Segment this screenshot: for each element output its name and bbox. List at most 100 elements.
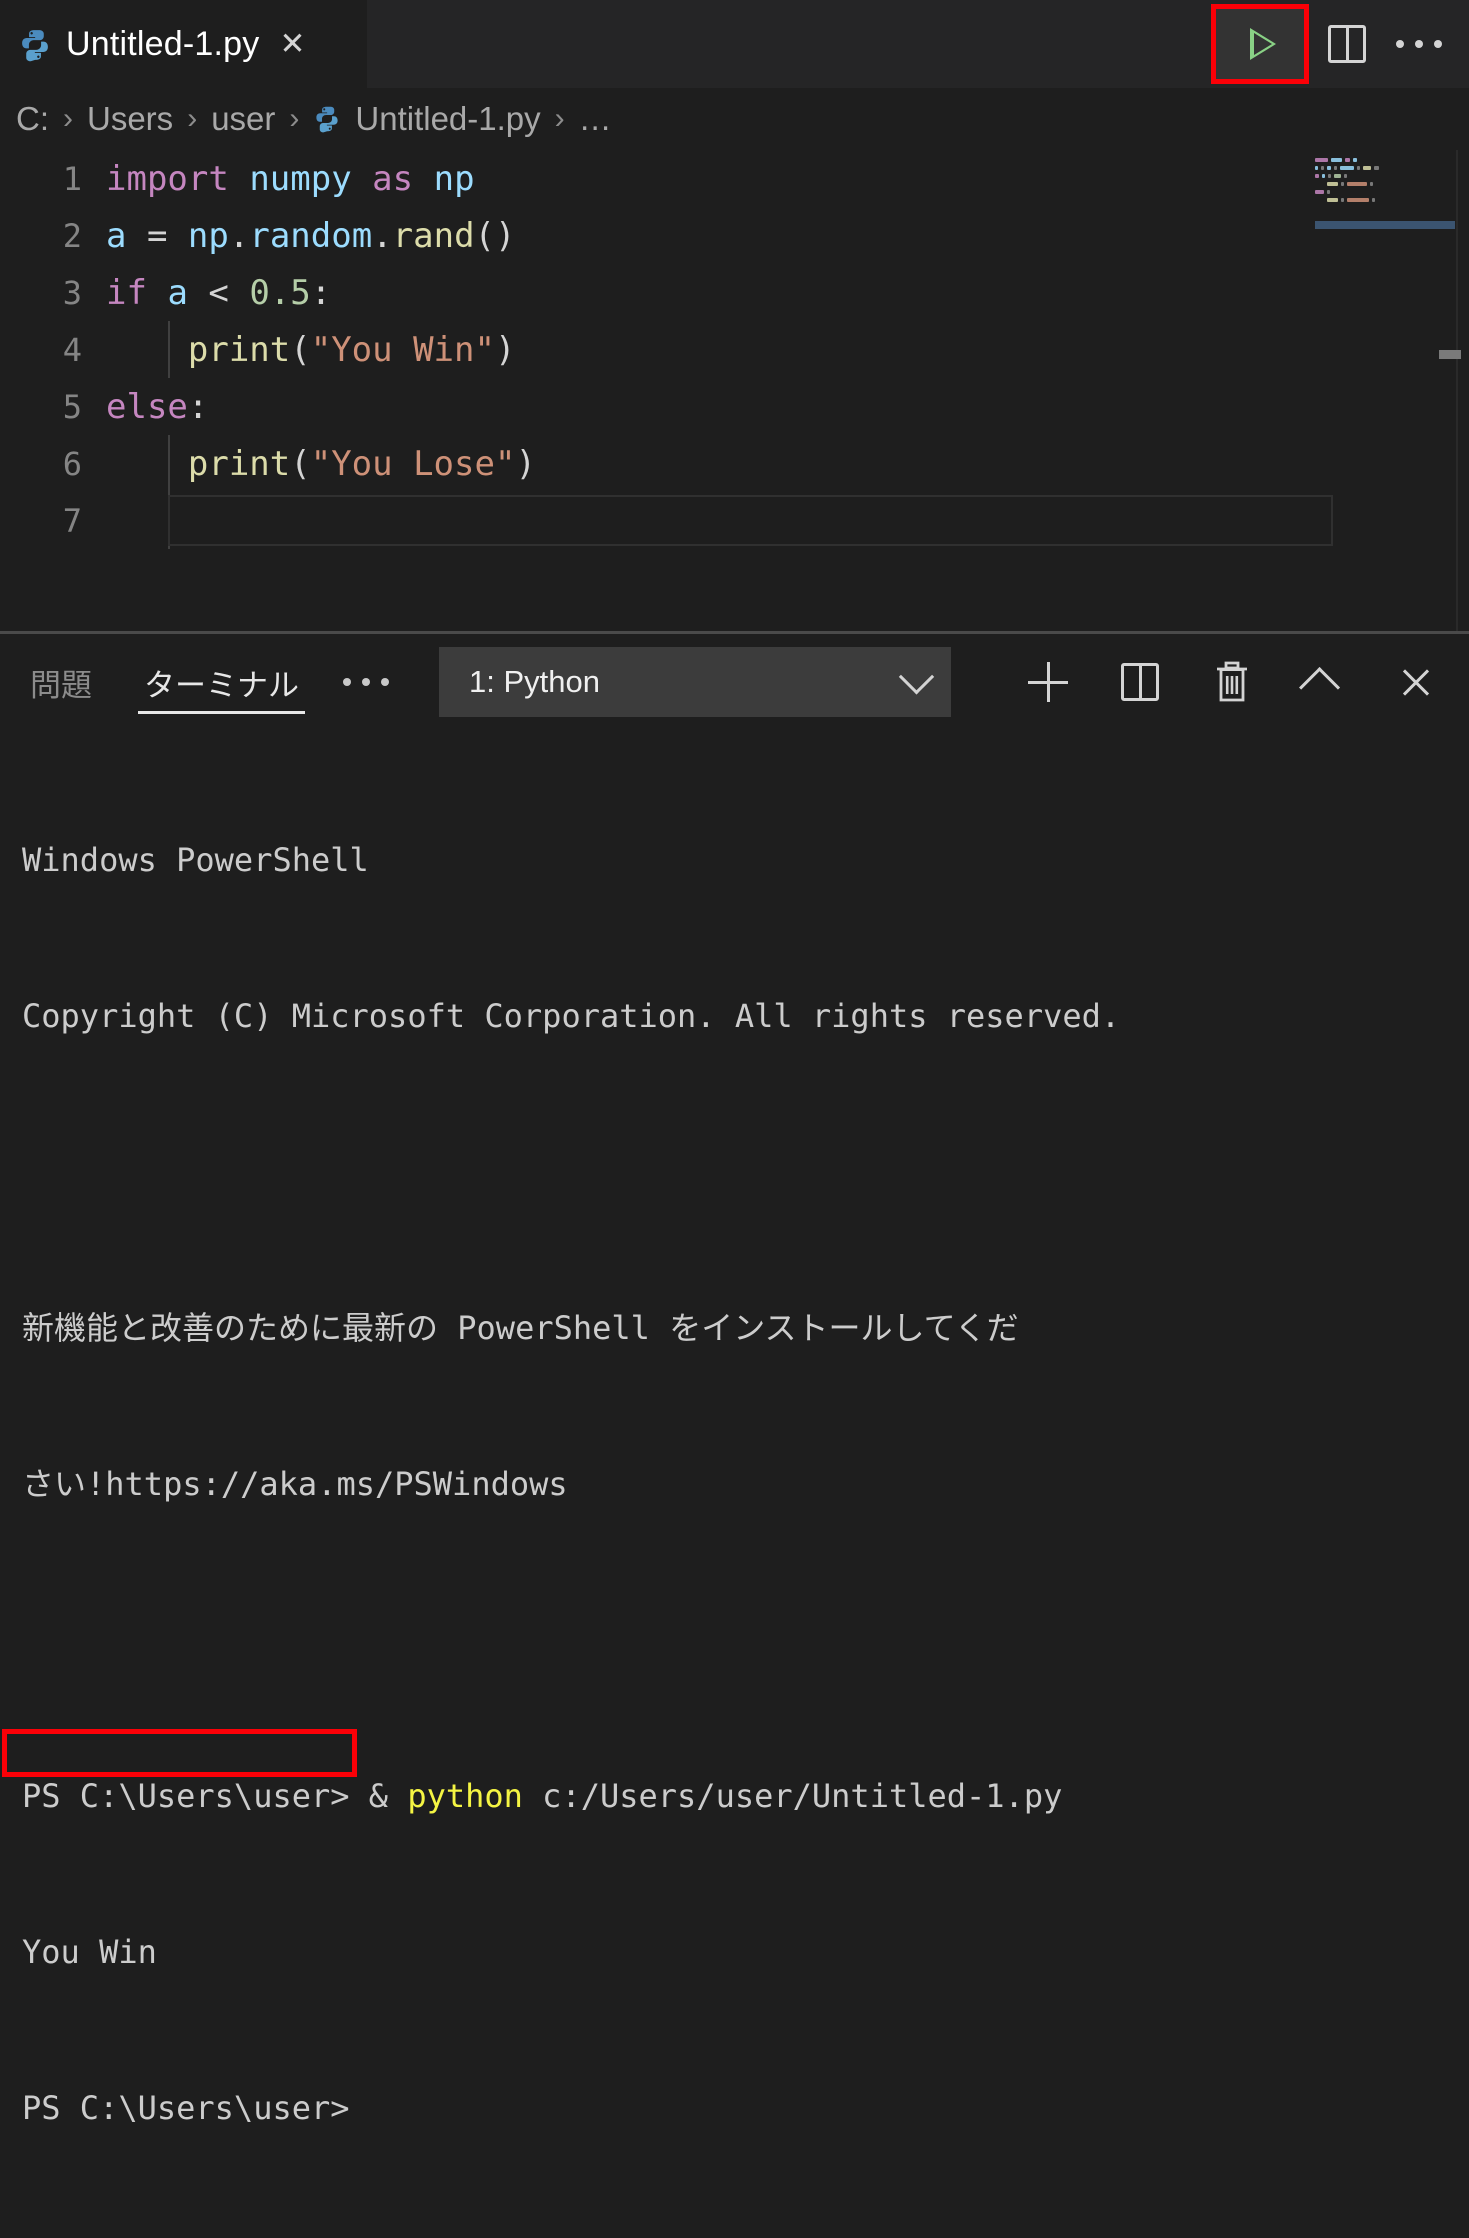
editor-scrollbar-thumb[interactable]: [1439, 350, 1461, 359]
tab-problems[interactable]: 問題: [22, 634, 100, 730]
terminal-line-text: Windows PowerShell: [22, 841, 369, 879]
line-number: 3: [62, 273, 82, 312]
terminal-line: Copyright (C) Microsoft Corporation. All…: [22, 990, 1469, 1042]
editor-tab-untitled-1-py[interactable]: Untitled-1.py ✕: [0, 0, 367, 88]
terminal-line: さい!https://aka.ms/PSWindows: [22, 1458, 1469, 1510]
minimap-segment: [1331, 158, 1343, 162]
terminal-line-text: 新機能と改善のために最新の PowerShell をインストールしてくだ: [22, 1309, 1019, 1347]
minimap-line: [1315, 174, 1455, 179]
split-editor-icon: [1328, 25, 1366, 63]
minimap-segment: [1340, 198, 1344, 202]
breadcrumb-item-user[interactable]: user: [211, 100, 275, 138]
breadcrumb-separator-icon: ›: [187, 102, 198, 135]
minimap-segment: [1315, 166, 1318, 170]
minimap-segment: [1327, 166, 1332, 170]
code-line-text: print("You Win"): [106, 329, 516, 370]
minimap-segment: [1315, 182, 1324, 186]
minimap-segment: [1328, 174, 1332, 178]
minimap-segment: [1346, 198, 1369, 202]
minimap-segment: [1340, 166, 1354, 170]
more-actions-button[interactable]: [1383, 8, 1455, 80]
code-token: as: [372, 158, 414, 199]
split-editor-right-button[interactable]: [1311, 8, 1383, 80]
kill-terminal-button[interactable]: [1201, 651, 1263, 713]
code-lines-container: 1 import numpy as np 2 a = np.random.rand()…: [0, 150, 1469, 549]
code-token: a: [167, 272, 209, 313]
breadcrumb-item-drive[interactable]: C:: [16, 100, 49, 138]
terminal-line-text: さい!https://aka.ms/PSWindows: [22, 1465, 568, 1503]
code-line-text: else:: [106, 387, 208, 427]
minimap-segment: [1326, 182, 1338, 186]
minimap-segment: [1340, 182, 1344, 186]
terminal-output[interactable]: Windows PowerShell Copyright (C) Microso…: [0, 730, 1469, 2238]
code-line[interactable]: 5 else:: [0, 378, 1469, 435]
current-line-highlight: [168, 495, 1333, 546]
code-token: "You Win": [310, 329, 495, 370]
editor-vertical-scrollbar[interactable]: [1456, 150, 1458, 631]
tab-bar-empty-space: [367, 0, 1211, 88]
minimap-segment: [1362, 166, 1372, 170]
code-token: (: [290, 443, 311, 484]
code-token: ): [494, 329, 516, 370]
panel-header: 問題 ターミナル 1: Python: [0, 634, 1469, 730]
minimap-segment: [1352, 158, 1357, 162]
terminal-command-line: PS C:\Users\user> & python c:/Users/user…: [22, 1770, 1469, 1822]
code-token: a: [106, 215, 147, 256]
minimap[interactable]: [1315, 158, 1455, 268]
minimap-segment: [1356, 166, 1360, 170]
run-python-file-button[interactable]: [1211, 0, 1311, 88]
split-terminal-button[interactable]: [1109, 651, 1171, 713]
code-token: <: [208, 272, 250, 313]
code-line[interactable]: 1 import numpy as np: [0, 150, 1469, 207]
maximize-panel-button[interactable]: [1293, 651, 1355, 713]
close-icon[interactable]: ✕: [279, 29, 305, 60]
minimap-segment: [1315, 174, 1320, 178]
close-panel-button[interactable]: [1385, 651, 1447, 713]
code-line[interactable]: 6 print("You Lose"): [0, 435, 1469, 492]
code-token: np: [433, 158, 475, 199]
code-line[interactable]: 2a = np.random.rand(): [0, 207, 1469, 264]
code-token: =: [146, 215, 188, 256]
code-token: print: [187, 443, 291, 484]
code-token: :: [310, 272, 332, 313]
minimap-segment: [1345, 158, 1350, 162]
minimap-segment: [1371, 198, 1375, 202]
tab-terminal[interactable]: ターミナル: [136, 634, 307, 730]
code-line[interactable]: 4 print("You Win"): [0, 321, 1469, 378]
breadcrumb-item-file[interactable]: Untitled-1.py: [355, 100, 540, 138]
breadcrumb-item-users[interactable]: Users: [87, 100, 173, 138]
minimap-line: [1315, 206, 1455, 211]
code-token: (): [474, 215, 516, 256]
panel-actions: [1017, 651, 1469, 713]
code-token: (: [290, 329, 311, 370]
new-terminal-button[interactable]: [1017, 651, 1079, 713]
tab-problems-label: 問題: [30, 667, 92, 703]
minimap-slider[interactable]: [1315, 221, 1455, 229]
code-line-text: print("You Lose"): [106, 444, 536, 484]
close-icon: [1399, 665, 1433, 699]
minimap-segment: [1334, 166, 1338, 170]
panel-more-tabs-button[interactable]: [343, 634, 389, 730]
terminal-selector-dropdown[interactable]: 1: Python: [439, 647, 951, 717]
terminal-line: PS C:\Users\user>: [22, 2082, 1469, 2134]
code-editor[interactable]: 1 import numpy as np 2 a = np.random.rand()…: [0, 150, 1469, 631]
code-line[interactable]: 3 if a < 0.5:: [0, 264, 1469, 321]
code-token: rand: [392, 215, 475, 256]
code-token: else: [106, 386, 188, 427]
breadcrumb-separator-icon: ›: [63, 102, 73, 135]
code-token: 0.5: [249, 272, 311, 313]
code-line[interactable]: 7: [0, 492, 1469, 549]
trash-icon: [1217, 661, 1247, 702]
breadcrumb-separator-icon: ›: [554, 102, 565, 135]
ellipsis-icon: [1396, 40, 1442, 48]
minimap-segment: [1346, 182, 1367, 186]
line-number: 2: [62, 216, 82, 255]
terminal-line-text: You Win: [22, 1933, 157, 1971]
minimap-segment: [1374, 166, 1379, 170]
minimap-line: [1315, 158, 1455, 163]
breadcrumb-item-symbols[interactable]: …: [579, 100, 612, 138]
minimap-segment: [1315, 158, 1329, 162]
